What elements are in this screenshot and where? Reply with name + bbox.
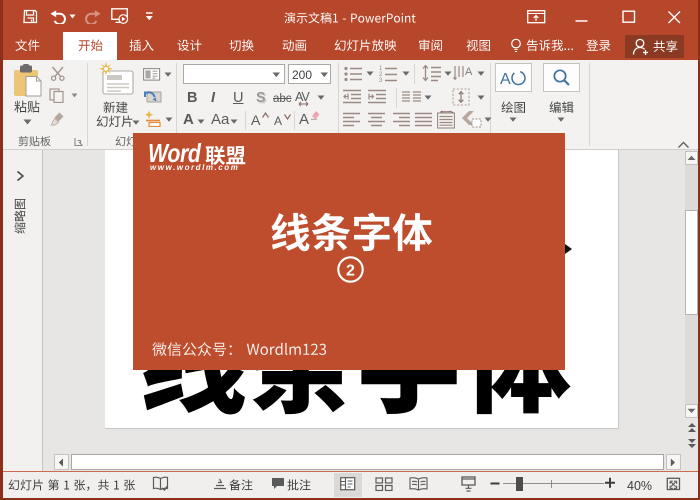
svg-text:A: A bbox=[500, 71, 511, 88]
svg-text:2: 2 bbox=[346, 262, 355, 279]
svg-text:A: A bbox=[465, 66, 473, 78]
svg-text:3: 3 bbox=[379, 78, 383, 82]
